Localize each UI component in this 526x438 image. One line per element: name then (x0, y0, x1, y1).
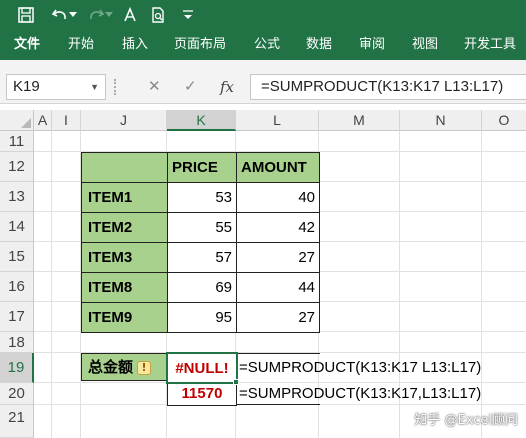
tab-review[interactable]: 审阅 (359, 30, 385, 60)
name-box[interactable]: K19 ▼ (6, 74, 106, 100)
column-header-n[interactable]: N (400, 110, 482, 131)
error-warning-icon[interactable]: ! (137, 360, 152, 375)
watermark-text: 知乎 @Excel顾问 (414, 413, 518, 428)
save-icon[interactable] (14, 3, 38, 27)
column-header-a[interactable]: A (34, 110, 52, 131)
table-header-blank[interactable] (81, 152, 168, 183)
column-header-o[interactable]: O (482, 110, 526, 131)
price-cell[interactable]: 53 (167, 182, 237, 213)
active-cell-selection (166, 352, 238, 384)
row-header-20[interactable]: 20 (0, 383, 34, 405)
price-cell[interactable]: 69 (167, 272, 237, 303)
price-cell[interactable]: 57 (167, 242, 237, 273)
amount-cell[interactable]: 42 (236, 212, 320, 243)
cancel-icon[interactable]: ✕ (148, 74, 161, 100)
formula-input[interactable]: =SUMPRODUCT(K13:K17 L13:L17) (250, 74, 526, 100)
ribbon-tabs: 文件 开始 插入 页面布局 公式 数据 审阅 视图 开发工具 (0, 30, 526, 60)
tab-developer[interactable]: 开发工具 (464, 30, 516, 60)
row-header-19[interactable]: 19 (0, 353, 34, 383)
print-preview-icon[interactable] (146, 3, 170, 27)
row-header-11[interactable]: 11 (0, 131, 34, 152)
fill-handle[interactable] (233, 379, 239, 385)
redo-dropdown-icon (102, 3, 116, 27)
row-header-18[interactable]: 18 (0, 332, 34, 353)
tab-file[interactable]: 文件 (14, 30, 40, 60)
tab-insert[interactable]: 插入 (122, 30, 148, 60)
enter-icon[interactable]: ✓ (184, 74, 197, 100)
row-header-13[interactable]: 13 (0, 182, 34, 212)
item-name-cell[interactable]: ITEM9 (81, 302, 168, 333)
item-name-cell[interactable]: ITEM8 (81, 272, 168, 303)
column-header-k[interactable]: K (167, 110, 236, 131)
ribbon-separator (0, 60, 526, 70)
price-cell[interactable]: 95 (167, 302, 237, 333)
border-line (236, 404, 320, 405)
table-header-amount[interactable]: AMOUNT (236, 152, 320, 183)
amount-cell[interactable]: 27 (236, 302, 320, 333)
name-box-value: K19 (13, 78, 40, 95)
total-amount-label: 总金额 (88, 358, 134, 376)
splitter-handle[interactable] (114, 79, 116, 95)
l20-formula-text: =SUMPRODUCT(K13:K17,L13:L17) (239, 385, 482, 402)
row-header-14[interactable]: 14 (0, 212, 34, 242)
k20-result-cell[interactable]: 11570 (167, 383, 237, 406)
tab-data[interactable]: 数据 (306, 30, 332, 60)
tab-view[interactable]: 视图 (412, 30, 438, 60)
customize-quick-access-icon[interactable] (176, 3, 200, 27)
table-header-price[interactable]: PRICE (167, 152, 237, 183)
spreadsheet-grid[interactable]: A I J K L M N O 11 12 13 14 15 16 17 18 … (0, 110, 526, 438)
undo-dropdown-icon[interactable] (66, 3, 80, 27)
tab-formulas[interactable]: 公式 (254, 30, 280, 60)
amount-cell[interactable]: 40 (236, 182, 320, 213)
column-header-j[interactable]: J (81, 110, 167, 131)
price-cell[interactable]: 55 (167, 212, 237, 243)
formula-bar: K19 ▼ ✕ ✓ fx =SUMPRODUCT(K13:K17 L13:L17… (0, 70, 526, 104)
select-all-corner[interactable] (0, 110, 34, 131)
total-amount-label-cell[interactable]: 总金额! (81, 353, 168, 381)
row-header-16[interactable]: 16 (0, 272, 34, 302)
amount-cell[interactable]: 27 (236, 242, 320, 273)
l19-formula-text: =SUMPRODUCT(K13:K17 L13:L17) (239, 359, 482, 376)
column-header-i[interactable]: I (52, 110, 81, 131)
row-header-15[interactable]: 15 (0, 242, 34, 272)
formula-buttons: ✕ ✓ fx (114, 74, 248, 100)
tab-page-layout[interactable]: 页面布局 (174, 30, 226, 60)
border-line (236, 353, 320, 354)
column-header-m[interactable]: M (319, 110, 400, 131)
tab-home[interactable]: 开始 (68, 30, 94, 60)
gridline (51, 131, 52, 438)
item-name-cell[interactable]: ITEM2 (81, 212, 168, 243)
format-painter-icon[interactable] (118, 3, 142, 27)
insert-function-icon[interactable]: fx (220, 74, 234, 100)
row-header-21[interactable]: 21 (0, 405, 34, 438)
column-header-l[interactable]: L (236, 110, 319, 131)
amount-cell[interactable]: 44 (236, 272, 320, 303)
name-box-dropdown-icon[interactable]: ▼ (90, 75, 99, 99)
title-bar (0, 0, 526, 30)
row-header-17[interactable]: 17 (0, 302, 34, 332)
item-name-cell[interactable]: ITEM3 (81, 242, 168, 273)
row-header-12[interactable]: 12 (0, 152, 34, 182)
item-name-cell[interactable]: ITEM1 (81, 182, 168, 213)
